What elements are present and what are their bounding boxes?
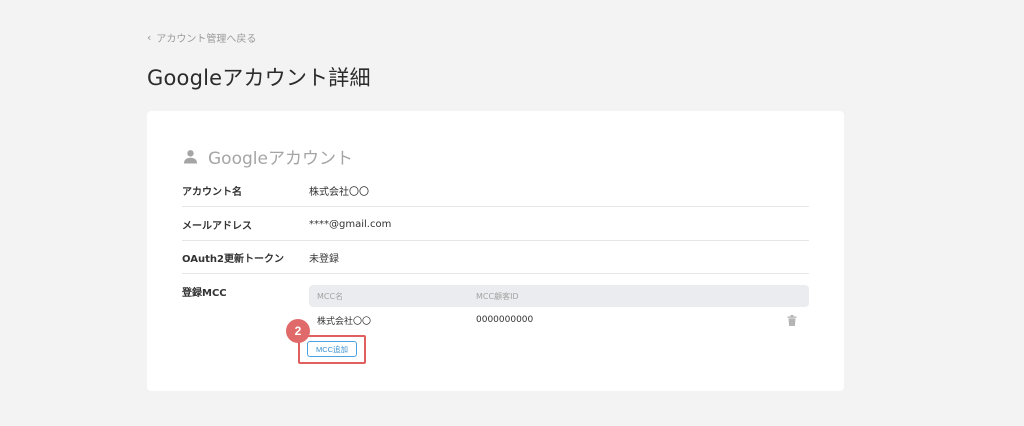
field-label: OAuth2更新トークン [182, 253, 284, 265]
mcc-label: 登録MCC [182, 288, 227, 299]
section-header: Googleアカウント [183, 144, 353, 169]
field-value: 株式会社〇〇 [309, 186, 369, 198]
person-icon [183, 149, 198, 164]
field-row-email: メールアドレス ****@gmail.com [182, 208, 809, 241]
trash-icon[interactable] [787, 314, 797, 326]
step-number-badge: 2 [286, 319, 310, 343]
mcc-table: MCC名 MCC顧客ID 株式会社〇〇 0000000000 [309, 285, 809, 333]
column-header-mcc-id: MCC顧客ID [476, 291, 519, 301]
page-title: Googleアカウント詳細 [147, 66, 371, 90]
table-row: 株式会社〇〇 0000000000 [309, 307, 809, 333]
section-title: Googleアカウント [208, 149, 353, 169]
add-mcc-button[interactable]: MCC追加 [307, 341, 357, 357]
field-label: メールアドレス [182, 220, 252, 232]
column-header-mcc-name: MCC名 [317, 291, 344, 301]
field-value: 未登録 [309, 253, 339, 265]
chevron-left-icon: ‹ [147, 31, 152, 44]
field-value: ****@gmail.com [309, 218, 392, 230]
mcc-table-header: MCC名 MCC顧客ID [309, 285, 809, 307]
back-to-account-management-link[interactable]: ‹ アカウント管理へ戻る [147, 30, 256, 45]
field-row-account-name: アカウント名 株式会社〇〇 [182, 174, 809, 207]
field-row-oauth-token: OAuth2更新トークン 未登録 [182, 241, 809, 274]
mcc-name-cell: 株式会社〇〇 [317, 316, 372, 327]
account-detail-card: Googleアカウント アカウント名 株式会社〇〇 メールアドレス ****@g… [147, 111, 844, 391]
field-label: アカウント名 [182, 186, 242, 198]
mcc-id-cell: 0000000000 [476, 315, 534, 325]
breadcrumb-label: アカウント管理へ戻る [156, 34, 257, 45]
